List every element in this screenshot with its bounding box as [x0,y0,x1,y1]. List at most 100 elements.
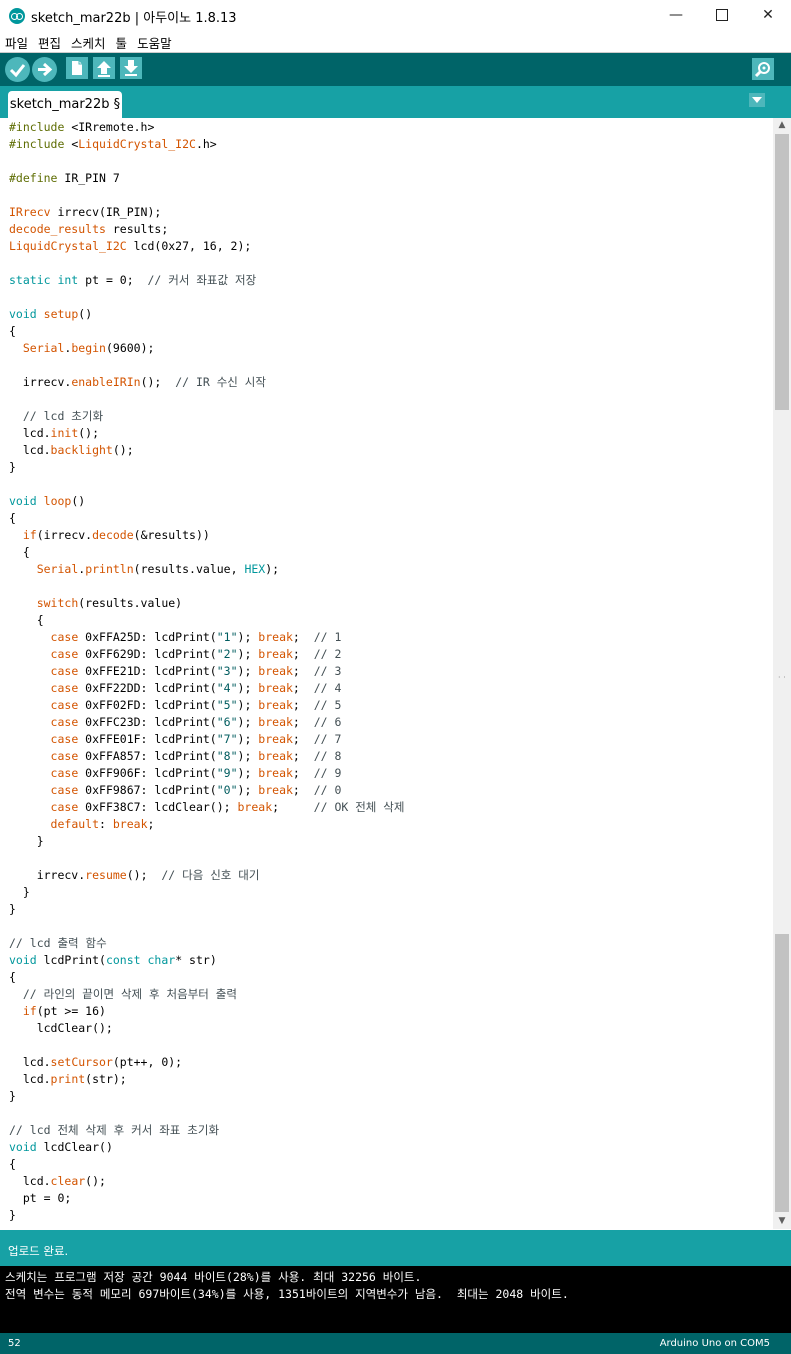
output-console[interactable]: 스케치는 프로그램 저장 공간 9044 바이트(28%)를 사용. 최대 32… [0,1266,791,1333]
code-token: (results.value, [133,562,245,576]
code-token: (); [112,443,134,457]
code-token: lcd. [9,443,51,457]
code-token: irrecv(IR_PIN); [50,205,162,219]
code-line: Serial.println(results.value, HEX); [9,561,279,578]
code-token: // 3 [313,664,342,678]
minimize-button[interactable]: — [653,0,699,31]
code-token: // OK 전체 삭제 [313,800,405,814]
code-line: static int pt = 0; // 커서 좌표값 저장 [9,272,256,289]
code-line: lcd.print(str); [9,1071,127,1088]
code-token: } [9,834,44,848]
code-line: { [9,969,16,986]
code-token: 0xFFA25D: lcdPrint( [78,630,217,644]
scroll-up-icon[interactable]: ▲ [773,118,791,133]
code-token: (results.value) [78,596,183,610]
code-token: 0xFF906F: lcdPrint( [78,766,217,780]
code-token: init [50,426,79,440]
code-token: break [112,817,148,831]
code-token: void [9,307,37,321]
code-line: } [9,459,16,476]
code-token: .h> [195,137,217,151]
tab-menu-dropdown-icon[interactable] [749,93,765,107]
menu-sketch[interactable]: 스케치 [66,31,111,52]
code-token: // 0 [313,783,342,797]
code-token: ); [237,698,259,712]
menu-edit[interactable]: 편집 [33,31,66,52]
code-token: { [9,545,30,559]
code-token: // 5 [313,698,342,712]
menu-file[interactable]: 파일 [0,31,33,52]
maximize-button[interactable] [699,0,745,31]
code-token: 0xFFA857: lcdPrint( [78,749,217,763]
tab-sketch[interactable]: sketch_mar22b § [8,91,122,118]
arduino-logo-icon [9,8,25,24]
code-line: irrecv.resume(); // 다음 신호 대기 [9,867,260,884]
code-token: decode [92,528,134,542]
code-line: { [9,323,16,340]
code-token: IRrecv [9,205,51,219]
serial-monitor-button[interactable] [752,58,774,80]
scroll-down-icon[interactable]: ▼ [773,1214,791,1229]
upload-button[interactable] [32,57,57,82]
code-token: ); [237,749,259,763]
code-line: LiquidCrystal_I2C lcd(0x27, 16, 2); [9,238,251,255]
code-token: "0" [216,783,238,797]
code-token: 0xFFC23D: lcdPrint( [78,715,217,729]
toolbar [0,53,791,86]
arrow-right-icon [38,62,53,77]
code-line: // lcd 출력 함수 [9,935,107,952]
code-token: () [71,494,86,508]
code-token: case [50,732,79,746]
new-button[interactable] [66,57,88,79]
line-number: 52 [8,1338,21,1349]
open-button[interactable] [93,57,115,79]
code-token: IR_PIN 7 [64,171,120,185]
code-token: LiquidCrystal_I2C [78,137,196,151]
code-token: } [9,1089,16,1103]
code-token: case [50,630,79,644]
code-token: case [50,664,79,678]
menu-help[interactable]: 도움말 [132,31,177,52]
code-token: lcd(0x27, 16, 2); [126,239,252,253]
code-line: switch(results.value) [9,595,182,612]
code-token: // lcd 초기화 [9,409,104,423]
code-token: (pt++, 0); [112,1055,183,1069]
code-token: switch [36,596,79,610]
code-token: // 7 [313,732,342,746]
code-line: case 0xFFA25D: lcdPrint("1"); break; // … [9,629,342,646]
menu-tools[interactable]: 툴 [111,31,133,52]
close-button[interactable]: ✕ [745,0,791,31]
code-token: pt = 0; [78,273,148,287]
code-line: } [9,1088,16,1105]
maximize-icon [716,9,728,21]
code-token: // 라인의 끝이면 삭제 후 처음부터 출력 [9,987,237,1001]
code-token: ; [292,783,314,797]
scrollbar-thumb-top[interactable] [775,134,789,410]
code-line: lcd.init(); [9,425,99,442]
code-token: LiquidCrystal_I2C [9,239,127,253]
save-button[interactable] [120,57,142,79]
splitter-dots-icon: · · [778,673,786,682]
code-token: () [78,307,93,321]
editor-scrollbar[interactable]: ▲ · · ▼ [773,118,791,1229]
code-token: ); [265,562,280,576]
scrollbar-thumb-bottom[interactable] [775,934,789,1212]
code-editor[interactable]: #include <IRremote.h> #include <LiquidCry… [0,118,773,1229]
code-token: (); [85,1174,106,1188]
verify-button[interactable] [5,57,30,82]
code-token: case [50,800,79,814]
code-token: break [237,800,273,814]
code-token: decode_results [9,222,106,236]
code-token: : [99,817,113,831]
console-line: 스케치는 프로그램 저장 공간 9044 바이트(28%)를 사용. 최대 32… [5,1270,422,1284]
code-token: const char [105,953,176,967]
code-token: (&results)) [133,528,210,542]
code-token: ; [292,749,314,763]
code-token: { [9,970,16,984]
code-token: // 9 [313,766,342,780]
